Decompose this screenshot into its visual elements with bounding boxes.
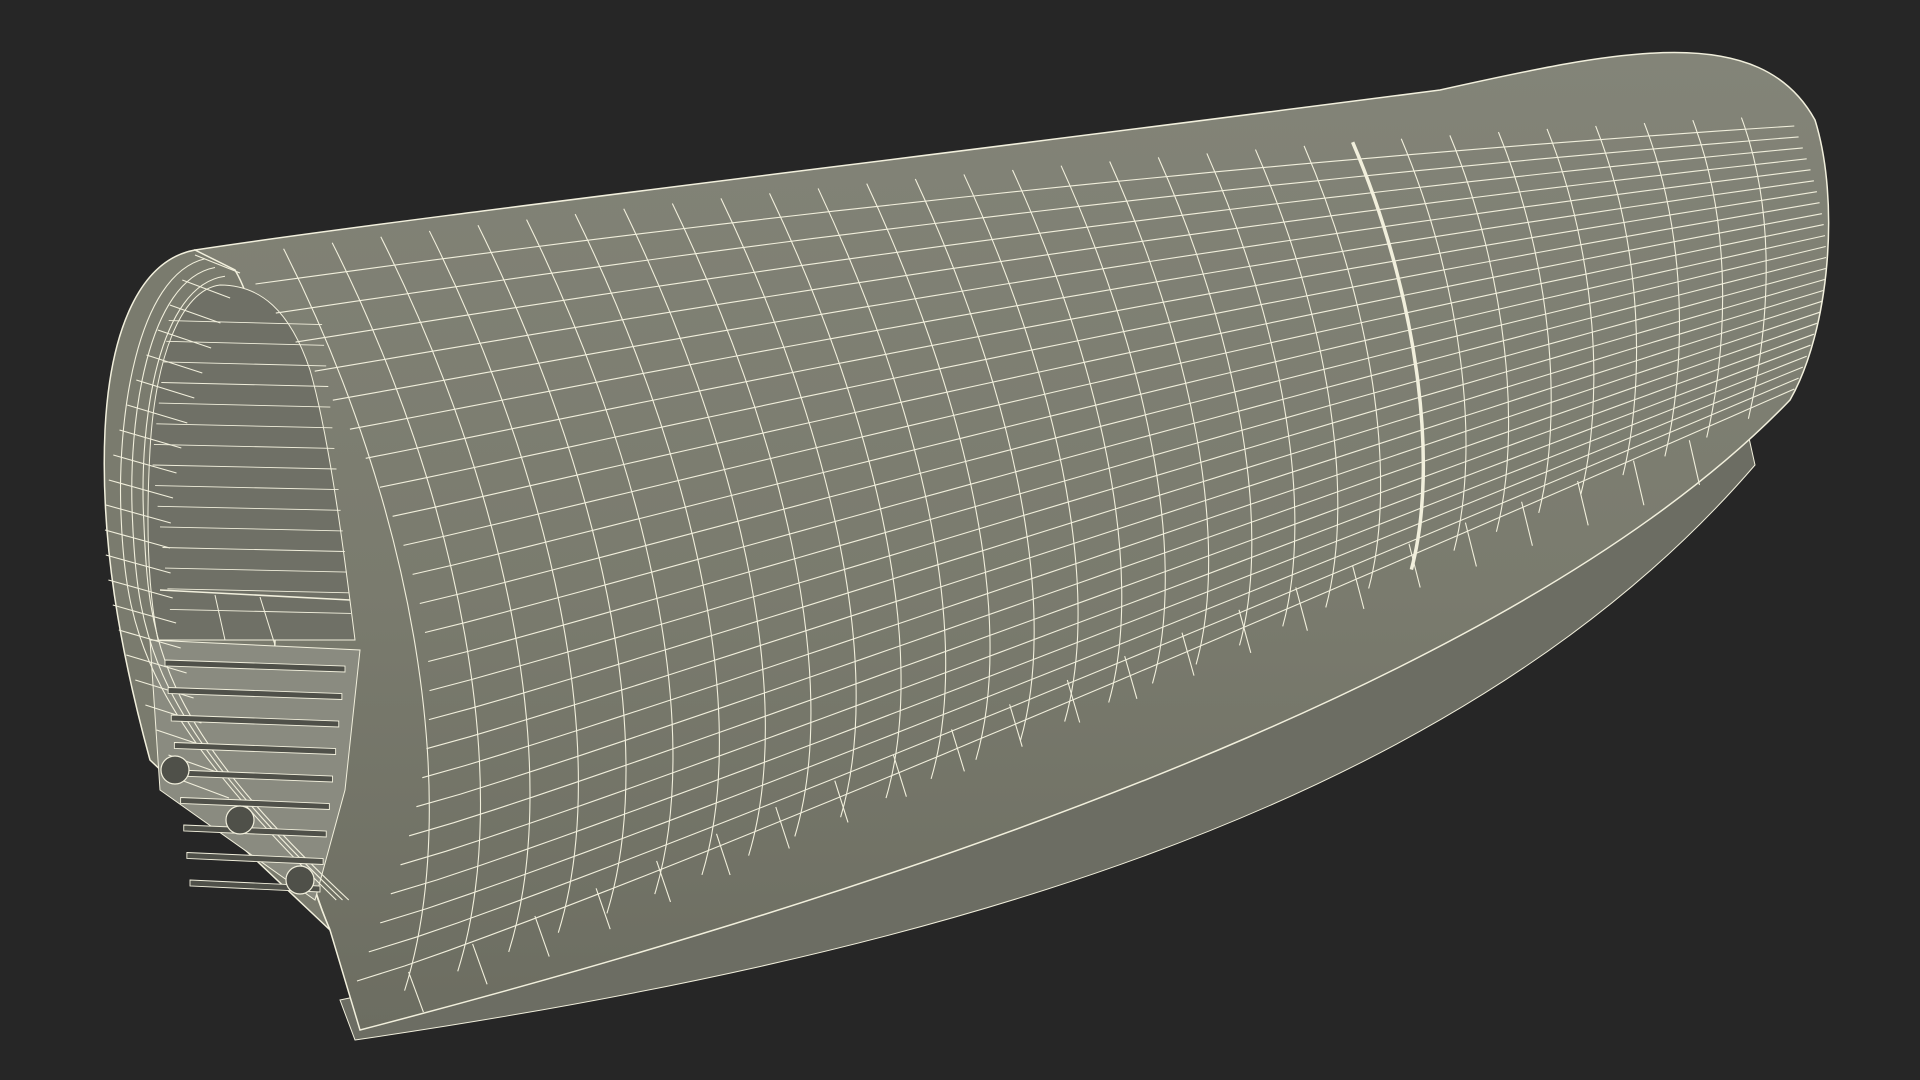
3d-viewport[interactable] [0, 0, 1920, 1080]
base-roller [225, 805, 255, 835]
base-roller [160, 755, 190, 785]
tunnel-wireframe-model [103, 51, 1830, 1041]
base-roller [285, 865, 315, 895]
